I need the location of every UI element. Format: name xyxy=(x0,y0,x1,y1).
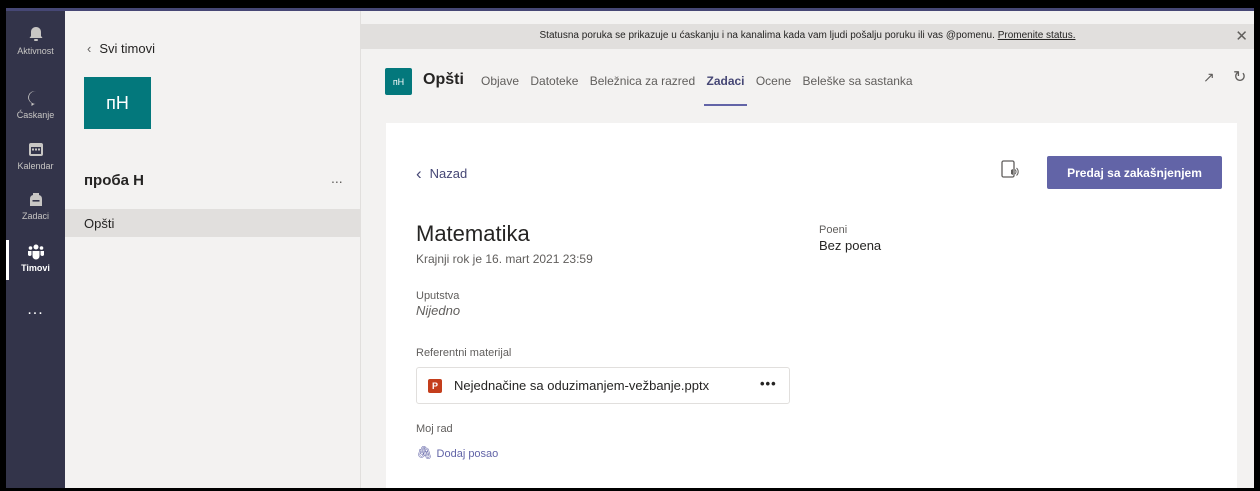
paperclip-icon: 🖇 xyxy=(416,445,433,460)
refresh-icon[interactable]: ↻ xyxy=(1233,67,1246,87)
tab-class-notebook[interactable]: Beležnica za razred xyxy=(590,74,695,88)
all-teams-label: Svi timovi xyxy=(99,41,155,56)
rail-label-activity: Aktivnost xyxy=(17,46,54,56)
close-icon[interactable]: ✕ xyxy=(1235,27,1248,45)
instructions-label: Uputstva xyxy=(416,290,460,302)
more-apps-button[interactable]: ... xyxy=(6,301,65,319)
points-label: Poeni xyxy=(819,224,848,236)
teams-panel: ‹ Svi timovi пH проба Н ... Opšti xyxy=(65,11,361,488)
tab-grades[interactable]: Ocene xyxy=(756,74,791,88)
rail-item-teams[interactable]: Timovi xyxy=(6,236,65,284)
instructions-value: Nijedno xyxy=(416,303,461,318)
assignment-card: ‹ Nazad Predaj sa zakašnjenjem Matematika… xyxy=(386,123,1237,488)
rail-item-calendar[interactable]: Kalendar xyxy=(6,134,65,182)
chevron-left-icon: ‹ xyxy=(87,41,92,56)
chevron-left-icon: ‹ xyxy=(416,164,422,183)
backpack-icon xyxy=(29,193,42,206)
team-avatar[interactable]: пH xyxy=(84,77,151,129)
rail-label-teams: Timovi xyxy=(21,263,50,273)
back-label: Nazad xyxy=(429,166,468,181)
tab-posts[interactable]: Objave xyxy=(481,74,519,88)
main-area: Statusna poruka se prikazuje u ćaskanju … xyxy=(361,11,1254,488)
banner-text: Statusna poruka se prikazuje u ćaskanju … xyxy=(539,30,995,41)
rail-label-chat: Ćaskanje xyxy=(16,110,55,120)
back-button[interactable]: ‹ Nazad xyxy=(416,164,467,184)
points-value: Bez poena xyxy=(819,238,882,253)
expand-icon[interactable]: ↗ xyxy=(1203,69,1215,86)
assignment-title: Matematika xyxy=(416,221,530,246)
tab-meeting-notes[interactable]: Beleške sa sastanka xyxy=(803,74,913,88)
channel-avatar: пH xyxy=(385,68,412,95)
turn-in-late-button[interactable]: Predaj sa zakašnjenjem xyxy=(1047,156,1222,189)
reference-materials-label: Referentni materijal xyxy=(416,347,512,359)
powerpoint-icon: P xyxy=(428,379,442,393)
team-name: проба Н xyxy=(84,172,144,189)
add-work-button[interactable]: 🖇 Dodaj posao xyxy=(416,445,498,461)
immersive-reader-icon[interactable] xyxy=(1001,160,1019,180)
all-teams-link[interactable]: ‹ Svi timovi xyxy=(87,41,155,56)
status-banner: Statusna poruka se prikazuje u ćaskanju … xyxy=(361,24,1254,49)
reference-file-name: Nejednačine sa oduzimanjem-vežbanje.pptx xyxy=(454,378,710,393)
add-work-label: Dodaj posao xyxy=(436,448,499,460)
due-date: Krajnji rok je 16. mart 2021 23:59 xyxy=(416,252,593,266)
channel-title: Opšti xyxy=(423,71,464,88)
tab-files[interactable]: Datoteke xyxy=(530,74,578,88)
rail-label-calendar: Kalendar xyxy=(17,161,54,171)
app-rail: Aktivnost Ćaskanje Kalendar Zadaci Timov… xyxy=(6,11,65,488)
my-work-label: Moj rad xyxy=(416,423,453,435)
channel-tabs: Objave Datoteke Beležnica za razred Zada… xyxy=(481,74,921,106)
reference-file[interactable]: P Nejednačine sa oduzimanjem-vežbanje.pp… xyxy=(416,367,790,404)
change-status-link[interactable]: Promenite status. xyxy=(998,30,1076,41)
rail-item-chat[interactable]: Ćaskanje xyxy=(6,83,65,131)
rail-item-activity[interactable]: Aktivnost xyxy=(6,19,65,67)
file-more-options-button[interactable]: ••• xyxy=(760,376,777,391)
rail-item-assignments[interactable]: Zadaci xyxy=(6,184,65,232)
rail-label-assignments: Zadaci xyxy=(21,211,49,221)
tab-assignments[interactable]: Zadaci xyxy=(704,74,747,106)
channel-item-general[interactable]: Opšti xyxy=(65,209,361,237)
bell-icon xyxy=(29,27,42,41)
calendar-icon xyxy=(28,143,43,156)
teams-icon xyxy=(27,244,44,260)
teams-window: Aktivnost Ćaskanje Kalendar Zadaci Timov… xyxy=(6,8,1254,488)
team-more-options-button[interactable]: ... xyxy=(331,170,343,186)
chat-icon xyxy=(27,90,40,106)
